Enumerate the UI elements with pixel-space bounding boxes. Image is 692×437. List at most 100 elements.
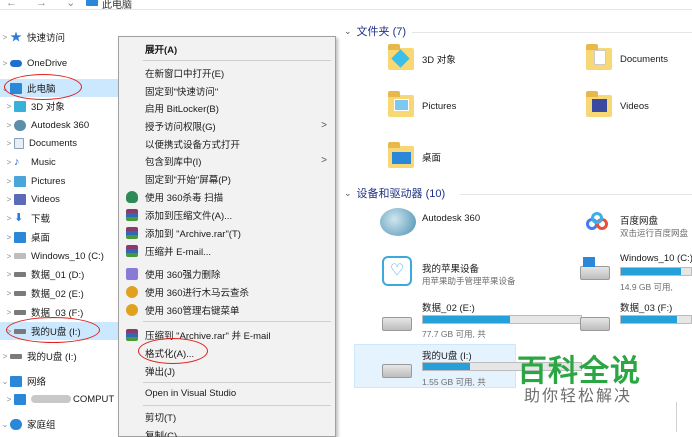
menu-item-open-visual-studio[interactable]: Open in Visual Studio (119, 385, 335, 402)
menu-item-add-archive[interactable]: 添加到压缩文件(A)... (119, 206, 335, 223)
nav-item-music[interactable]: > ♪ Music (0, 153, 120, 171)
menu-item-include-library[interactable]: 包含到库中(I) > (119, 152, 335, 169)
folder-tile-desktop[interactable]: 桌面 (388, 142, 441, 168)
collapse-arrow-icon[interactable]: ⌄ (0, 377, 10, 386)
menu-item-pin-quick-access[interactable]: 固定到"快速访问" (119, 82, 335, 99)
nav-item-drive-e[interactable]: > 数据_02 (E:) (0, 284, 120, 302)
expand-arrow-icon[interactable]: > (0, 33, 10, 42)
winrar-icon (126, 328, 138, 341)
expand-arrow-icon[interactable]: > (4, 177, 14, 186)
nav-item-videos[interactable]: > Videos (0, 190, 120, 208)
menu-item-360-manage[interactable]: 使用 360管理右键菜单 (119, 301, 335, 318)
nav-item-downloads[interactable]: > ⬇ 下载 (0, 209, 120, 227)
drive-icon (14, 290, 26, 296)
nav-item-network[interactable]: ⌄ 网络 (0, 372, 120, 390)
expand-arrow-icon[interactable]: > (4, 308, 14, 317)
usage-bar-e (422, 315, 582, 324)
menu-separator (143, 382, 331, 383)
windows-drive-icon (580, 257, 610, 280)
menu-item-eject[interactable]: 弹出(J) (119, 362, 335, 379)
menu-item-pin-start[interactable]: 固定到"开始"屏幕(P) (119, 170, 335, 187)
address-bar: ← → ⌄ ↑ 此电脑 (0, 0, 692, 11)
expand-arrow-icon[interactable]: > (4, 158, 14, 167)
picture-icon (14, 175, 26, 187)
expand-arrow-icon[interactable]: > (4, 395, 14, 404)
chevron-down-icon: ⌄ (344, 25, 352, 36)
usage-bar-f (620, 315, 692, 324)
desktop-icon (14, 231, 26, 243)
windows-drive-icon (14, 253, 26, 259)
menu-item-360-delete[interactable]: 使用 360强力删除 (119, 265, 335, 282)
computer-icon (14, 393, 26, 405)
winrar-icon (126, 244, 138, 257)
desktop-folder-icon (388, 142, 414, 168)
expand-arrow-icon[interactable]: > (4, 270, 14, 279)
context-menu: 展开(A) 在新窗口中打开(E) 固定到"快速访问" 启用 BitLocker(… (118, 36, 336, 437)
menu-item-grant-access[interactable]: 授予访问权限(G) > (119, 117, 335, 134)
menu-item-open-new-window[interactable]: 在新窗口中打开(E) (119, 64, 335, 81)
shield-360-icon (126, 190, 138, 203)
winrar-icon (126, 208, 138, 221)
watermark-subtitle: 助你轻松解决 (524, 386, 633, 405)
pictures-folder-icon (388, 91, 414, 117)
nav-item-quick-access[interactable]: > 快速访问 (0, 28, 120, 46)
music-icon: ♪ (14, 155, 20, 168)
expand-arrow-icon[interactable]: > (4, 233, 14, 242)
folders-group-header[interactable]: ⌄ 文件夹 (7) (344, 23, 406, 39)
menu-item-open-portable[interactable]: 以便携式设备方式打开 (119, 135, 335, 152)
drive-icon (14, 309, 26, 315)
drive-icon (580, 317, 610, 331)
nav-item-usb-drive-root[interactable]: > 我的U盘 (I:) (0, 347, 120, 365)
menu-item-copy[interactable]: 复制(C) (119, 426, 335, 437)
nav-item-drive-c[interactable]: > Windows_10 (C:) (0, 247, 120, 265)
devices-group-header[interactable]: ⌄ 设备和驱动器 (10) (344, 185, 445, 201)
menu-item-cut[interactable]: 剪切(T) (119, 408, 335, 425)
expand-arrow-icon[interactable]: > (0, 59, 10, 68)
folder-tile-3d-objects[interactable]: 3D 对象 (388, 44, 456, 70)
chevron-down-icon: ⌄ (344, 187, 352, 198)
menu-item-360-trojan[interactable]: 使用 360进行木马云查杀 (119, 283, 335, 300)
network-icon (10, 375, 22, 387)
cube-folder-icon (388, 44, 414, 70)
nav-item-pictures[interactable]: > Pictures (0, 172, 120, 190)
menu-item-360-scan[interactable]: 使用 360杀毒 扫描 (119, 188, 335, 205)
nav-item-3d-objects[interactable]: > 3D 对象 (0, 97, 120, 115)
nav-item-drive-d[interactable]: > 数据_01 (D:) (0, 265, 120, 283)
expand-arrow-icon[interactable]: > (4, 289, 14, 298)
folder-tile-videos[interactable]: Videos (586, 91, 649, 117)
menu-item-compress-email[interactable]: 压缩并 E-mail... (119, 242, 335, 259)
expand-arrow-icon[interactable]: > (4, 252, 14, 261)
folder-tile-pictures[interactable]: Pictures (388, 91, 456, 117)
expand-arrow-icon[interactable]: > (4, 195, 14, 204)
menu-item-bitlocker[interactable]: 启用 BitLocker(B) (119, 99, 335, 116)
expand-arrow-icon[interactable]: > (4, 214, 14, 223)
autodesk-icon (380, 208, 416, 236)
expand-arrow-icon[interactable]: > (0, 352, 10, 361)
submenu-arrow-icon: > (321, 120, 327, 131)
submenu-arrow-icon: > (321, 155, 327, 166)
star-icon (10, 31, 22, 42)
nav-item-autodesk[interactable]: > Autodesk 360 (0, 116, 120, 134)
group-divider (460, 194, 692, 195)
manage-360-icon (126, 303, 138, 316)
nav-item-homegroup[interactable]: ⌄ 家庭组 (0, 415, 120, 433)
usage-bar-c (620, 267, 692, 276)
cube-icon (14, 100, 26, 112)
menu-item-expand[interactable]: 展开(A) (119, 40, 335, 57)
folder-tile-documents[interactable]: Documents (586, 44, 668, 70)
expand-arrow-icon[interactable]: > (4, 139, 14, 148)
scrollbar-edge[interactable] (676, 402, 677, 432)
nav-item-desktop[interactable]: > 桌面 (0, 228, 120, 246)
expand-arrow-icon[interactable]: > (4, 102, 14, 111)
nav-item-network-computer[interactable]: > COMPUT (0, 390, 120, 408)
nav-item-onedrive[interactable]: > OneDrive (0, 54, 120, 72)
nav-item-documents[interactable]: > Documents (0, 134, 120, 152)
baidu-netdisk-icon (584, 212, 612, 234)
video-icon (14, 193, 26, 205)
menu-separator (143, 60, 331, 61)
menu-item-add-archive-rar[interactable]: 添加到 "Archive.rar"(T) (119, 224, 335, 241)
annotation-oval-this-pc (4, 74, 82, 100)
collapse-arrow-icon[interactable]: ⌄ (0, 420, 10, 429)
documents-folder-icon (586, 44, 612, 70)
expand-arrow-icon[interactable]: > (4, 121, 14, 130)
